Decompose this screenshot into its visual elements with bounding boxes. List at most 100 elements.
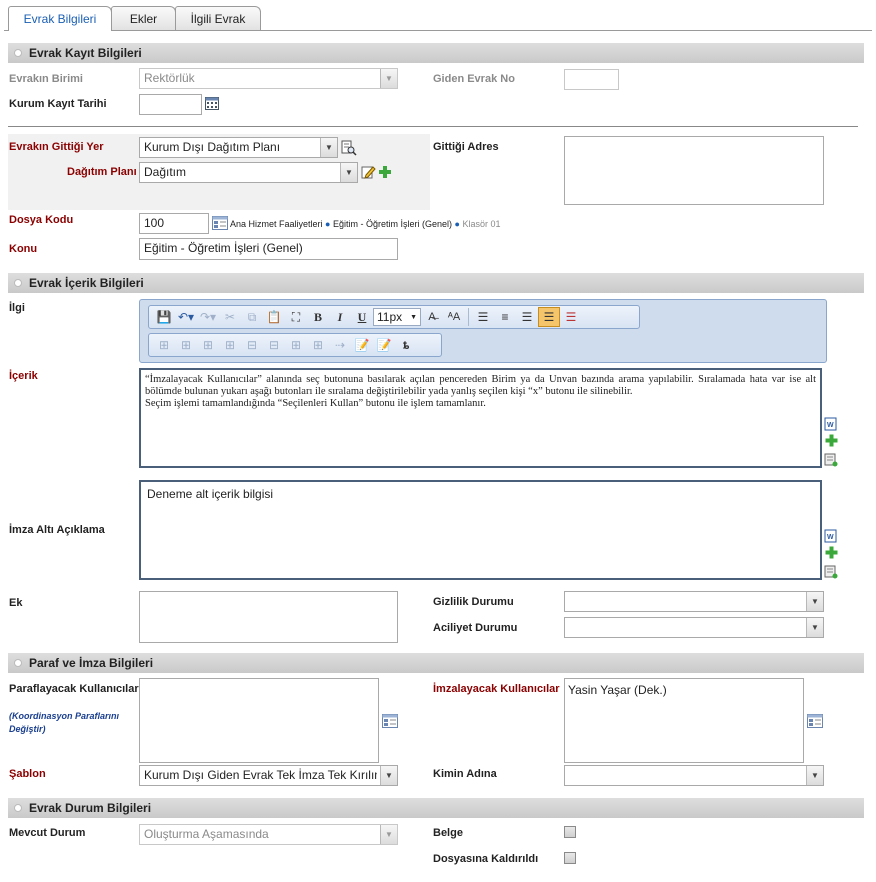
paraflayacak-label: Paraflayacak Kullanıcılar xyxy=(9,683,139,695)
add-icon[interactable] xyxy=(824,433,838,447)
section-kayit: Evrak Kayıt Bilgileri xyxy=(8,43,864,63)
ek-textarea[interactable] xyxy=(139,591,398,643)
chevron-down-icon: ▼ xyxy=(806,618,823,637)
dosya-breadcrumb: Ana Hizmet Faaliyetleri ● Eğitim - Öğret… xyxy=(230,219,501,229)
edit-icon[interactable] xyxy=(360,164,376,180)
calendar-icon[interactable] xyxy=(204,96,220,111)
clear-format-icon[interactable]: A̶ xyxy=(421,307,443,327)
chevron-down-icon: ▼ xyxy=(380,825,397,844)
gizlilik-select[interactable]: ▼ xyxy=(564,591,824,612)
tarih-input[interactable] xyxy=(139,94,202,115)
insert-row-below-icon[interactable]: ⊞ xyxy=(175,335,197,355)
bullet-icon xyxy=(14,804,22,812)
align-justify-icon[interactable]: ☰ xyxy=(538,307,560,327)
bullet-icon: ● xyxy=(325,219,331,229)
font-size-value: 11px xyxy=(377,310,403,324)
paraflayacak-list[interactable] xyxy=(139,678,379,763)
imza-alti-label: İmza Altı Açıklama xyxy=(9,524,105,536)
select-all-icon[interactable]: ⛶ xyxy=(285,307,307,327)
list-select-icon[interactable] xyxy=(381,713,398,729)
dagitim-label: Dağıtım Planı xyxy=(67,166,137,178)
konu-input[interactable]: Eğitim - Öğretim İşleri (Genel) xyxy=(139,238,398,260)
chevron-down-icon: ▼ xyxy=(806,592,823,611)
aciliyet-label: Aciliyet Durumu xyxy=(433,622,518,634)
font-size-select[interactable]: 11px ▼ xyxy=(373,308,421,326)
text-direction-icon[interactable]: ☰ xyxy=(560,307,582,327)
template-icon[interactable] xyxy=(824,565,838,579)
icerik-editor[interactable]: “İmzalayacak Kullanıcılar” alanında seç … xyxy=(139,368,822,468)
align-right-icon[interactable]: ☰ xyxy=(516,307,538,327)
adres-textarea[interactable] xyxy=(564,136,824,205)
icerik-paragraph: Seçim işlemi tamamlandığında “Seçilenler… xyxy=(145,398,486,409)
imza-alti-editor[interactable]: Deneme alt içerik bilgisi xyxy=(139,480,822,580)
word-document-icon[interactable]: W xyxy=(824,417,838,431)
koordinasyon-link[interactable]: (Koordinasyon Paraflarını Değiştir) xyxy=(9,710,124,736)
undo-icon[interactable]: ↶▾ xyxy=(175,307,197,327)
delete-row-icon[interactable]: ⊟ xyxy=(241,335,263,355)
redo-icon[interactable]: ↷▾ xyxy=(197,307,219,327)
giden-no-input[interactable] xyxy=(564,69,619,90)
aciliyet-select[interactable]: ▼ xyxy=(564,617,824,638)
mevcut-select[interactable]: Oluşturma Aşamasında ▼ xyxy=(139,824,398,845)
birim-select[interactable]: Rektörlük ▼ xyxy=(139,68,398,89)
add-icon[interactable] xyxy=(377,164,393,180)
delete-col-icon[interactable]: ⊟ xyxy=(263,335,285,355)
split-cells-icon[interactable]: ⊞ xyxy=(307,335,329,355)
bullet-icon xyxy=(14,659,22,667)
chevron-down-icon: ▼ xyxy=(340,163,357,182)
edit-table-icon[interactable]: 📝 xyxy=(351,335,373,355)
chevron-down-icon: ▼ xyxy=(380,69,397,88)
toolbar-separator xyxy=(468,308,469,326)
dagitim-select[interactable]: Dağıtım ▼ xyxy=(139,162,358,183)
insert-col-right-icon[interactable]: ⊞ xyxy=(219,335,241,355)
underline-icon[interactable]: U xyxy=(351,307,373,327)
tab-ekler[interactable]: Ekler xyxy=(111,6,176,30)
save-icon[interactable]: 💾 xyxy=(153,307,175,327)
imzalayacak-list[interactable]: Yasin Yaşar (Dek.) xyxy=(564,678,804,763)
kimin-select[interactable]: ▼ xyxy=(564,765,824,786)
gizlilik-label: Gizlilik Durumu xyxy=(433,596,514,608)
bold-icon[interactable]: B xyxy=(307,307,329,327)
section-durum: Evrak Durum Bilgileri xyxy=(8,798,864,818)
toolbar-row-1: 💾 ↶▾ ↷▾ ✂ ⧉ 📋 ⛶ B I U 11px ▼ A̶ ᴬA ☰ ≡ ☰ … xyxy=(148,305,640,329)
align-center-icon[interactable]: ≡ xyxy=(494,307,516,327)
tab-evrak-bilgileri[interactable]: Evrak Bilgileri xyxy=(8,6,112,31)
ilgi-label: İlgi xyxy=(9,302,25,314)
search-document-icon[interactable] xyxy=(340,139,357,156)
spellcheck-icon[interactable]: ᴬA xyxy=(443,307,465,327)
dosyasina-label: Dosyasına Kaldırıldı xyxy=(433,853,539,865)
toolbar-row-2: ⊞ ⊞ ⊞ ⊞ ⊟ ⊟ ⊞ ⊞ ⇢ 📝 📝 ȶ xyxy=(148,333,442,357)
birim-label: Evrakın Birimi xyxy=(9,73,83,85)
chevron-down-icon: ▼ xyxy=(806,766,823,785)
cut-icon[interactable]: ✂ xyxy=(219,307,241,327)
section-title: Paraf ve İmza Bilgileri xyxy=(29,656,154,670)
insert-col-left-icon[interactable]: ⊞ xyxy=(197,335,219,355)
bullet-icon xyxy=(14,279,22,287)
gittigi-yer-select[interactable]: Kurum Dışı Dağıtım Planı ▼ xyxy=(139,137,338,158)
table-props-icon[interactable]: ⇢ xyxy=(329,335,351,355)
edit-cell-icon[interactable]: 📝 xyxy=(373,335,395,355)
special-char-icon[interactable]: ȶ xyxy=(395,335,417,355)
add-icon[interactable] xyxy=(824,545,838,559)
insert-row-above-icon[interactable]: ⊞ xyxy=(153,335,175,355)
template-icon[interactable] xyxy=(824,453,838,467)
align-left-icon[interactable]: ☰ xyxy=(472,307,494,327)
list-select-icon[interactable] xyxy=(806,713,823,729)
section-paraf: Paraf ve İmza Bilgileri xyxy=(8,653,864,673)
tab-ilgili-evrak[interactable]: İlgili Evrak xyxy=(175,6,261,30)
belge-checkbox[interactable] xyxy=(564,826,576,838)
sablon-select[interactable]: Kurum Dışı Giden Evrak Tek İmza Tek Kırı… xyxy=(139,765,398,786)
section-title: Evrak İçerik Bilgileri xyxy=(29,276,144,290)
merge-cells-icon[interactable]: ⊞ xyxy=(285,335,307,355)
paste-icon[interactable]: 📋 xyxy=(263,307,285,327)
chevron-down-icon: ▼ xyxy=(380,766,397,785)
word-document-icon[interactable]: W xyxy=(824,529,838,543)
list-select-icon[interactable] xyxy=(211,215,228,231)
crumb-item: Klasör 01 xyxy=(462,219,501,229)
italic-icon[interactable]: I xyxy=(329,307,351,327)
dosya-input[interactable]: 100 xyxy=(139,213,209,234)
ek-label: Ek xyxy=(9,597,23,609)
tarih-label: Kurum Kayıt Tarihi xyxy=(9,98,107,110)
dosyasina-checkbox[interactable] xyxy=(564,852,576,864)
copy-icon[interactable]: ⧉ xyxy=(241,307,263,327)
